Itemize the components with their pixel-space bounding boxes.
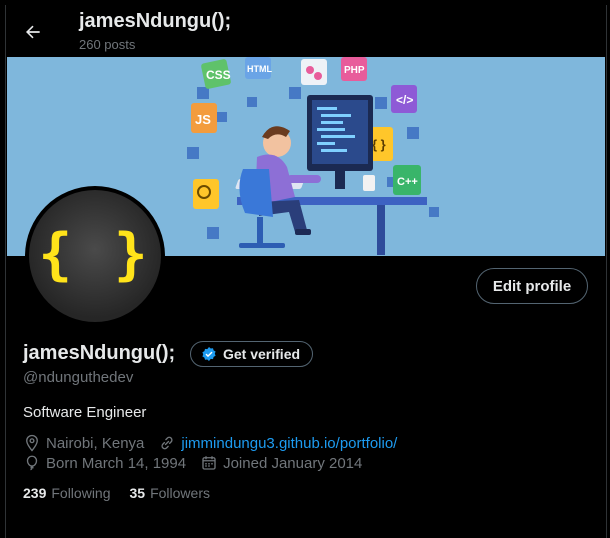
follow-stats: 239 Following 35 Followers <box>23 485 210 501</box>
avatar-braces: { } <box>38 221 152 287</box>
svg-text:{ }: { } <box>372 137 386 152</box>
header-title: jamesNdungu(); <box>79 10 232 32</box>
banner-label-css: CSS <box>206 68 231 82</box>
join-date: Joined January 2014 <box>223 454 363 472</box>
svg-text:</>: </> <box>396 93 413 107</box>
top-bar: jamesNdungu(); 260 posts <box>6 5 606 57</box>
calendar-icon <box>200 454 218 472</box>
following-count: 239 <box>23 485 47 501</box>
following-link[interactable]: 239 Following <box>23 485 111 501</box>
profile-bio: Software Engineer <box>23 404 147 421</box>
location-text: Nairobi, Kenya <box>46 434 145 452</box>
banner-label-js: JS <box>195 112 211 127</box>
followers-link[interactable]: 35 Followers <box>130 485 210 501</box>
following-label: Following <box>51 485 111 501</box>
banner-label-cpp: C++ <box>397 176 418 188</box>
verified-badge-icon <box>202 347 216 361</box>
display-name: jamesNdungu(); <box>23 342 176 364</box>
balloon-icon <box>23 454 41 472</box>
get-verified-label: Get verified <box>223 346 301 362</box>
edit-profile-button[interactable]: Edit profile <box>476 268 588 304</box>
location-icon <box>23 434 41 452</box>
profile-meta-row-1: Nairobi, Kenya jimmindungu3.github.io/po… <box>23 434 397 452</box>
birth-date: Born March 14, 1994 <box>46 454 187 472</box>
link-icon <box>158 434 176 452</box>
posts-count: 260 posts <box>79 37 136 52</box>
back-button[interactable] <box>20 19 46 45</box>
profile-page: jamesNdungu(); 260 posts CSS HTML PHP </… <box>5 5 607 538</box>
profile-meta-row-2: Born March 14, 1994 Joined January 2014 <box>23 454 362 472</box>
user-handle: @ndunguthedev <box>23 369 134 386</box>
followers-count: 35 <box>129 485 146 501</box>
get-verified-button[interactable]: Get verified <box>190 341 314 367</box>
profile-avatar[interactable]: { } <box>25 186 165 326</box>
banner-label-php: PHP <box>344 65 365 76</box>
banner-label-html: HTML <box>247 64 272 74</box>
back-arrow-icon <box>26 25 40 39</box>
website-link[interactable]: jimmindungu3.github.io/portfolio/ <box>181 435 397 452</box>
followers-label: Followers <box>150 485 210 501</box>
avatar-image: { } <box>29 190 161 322</box>
